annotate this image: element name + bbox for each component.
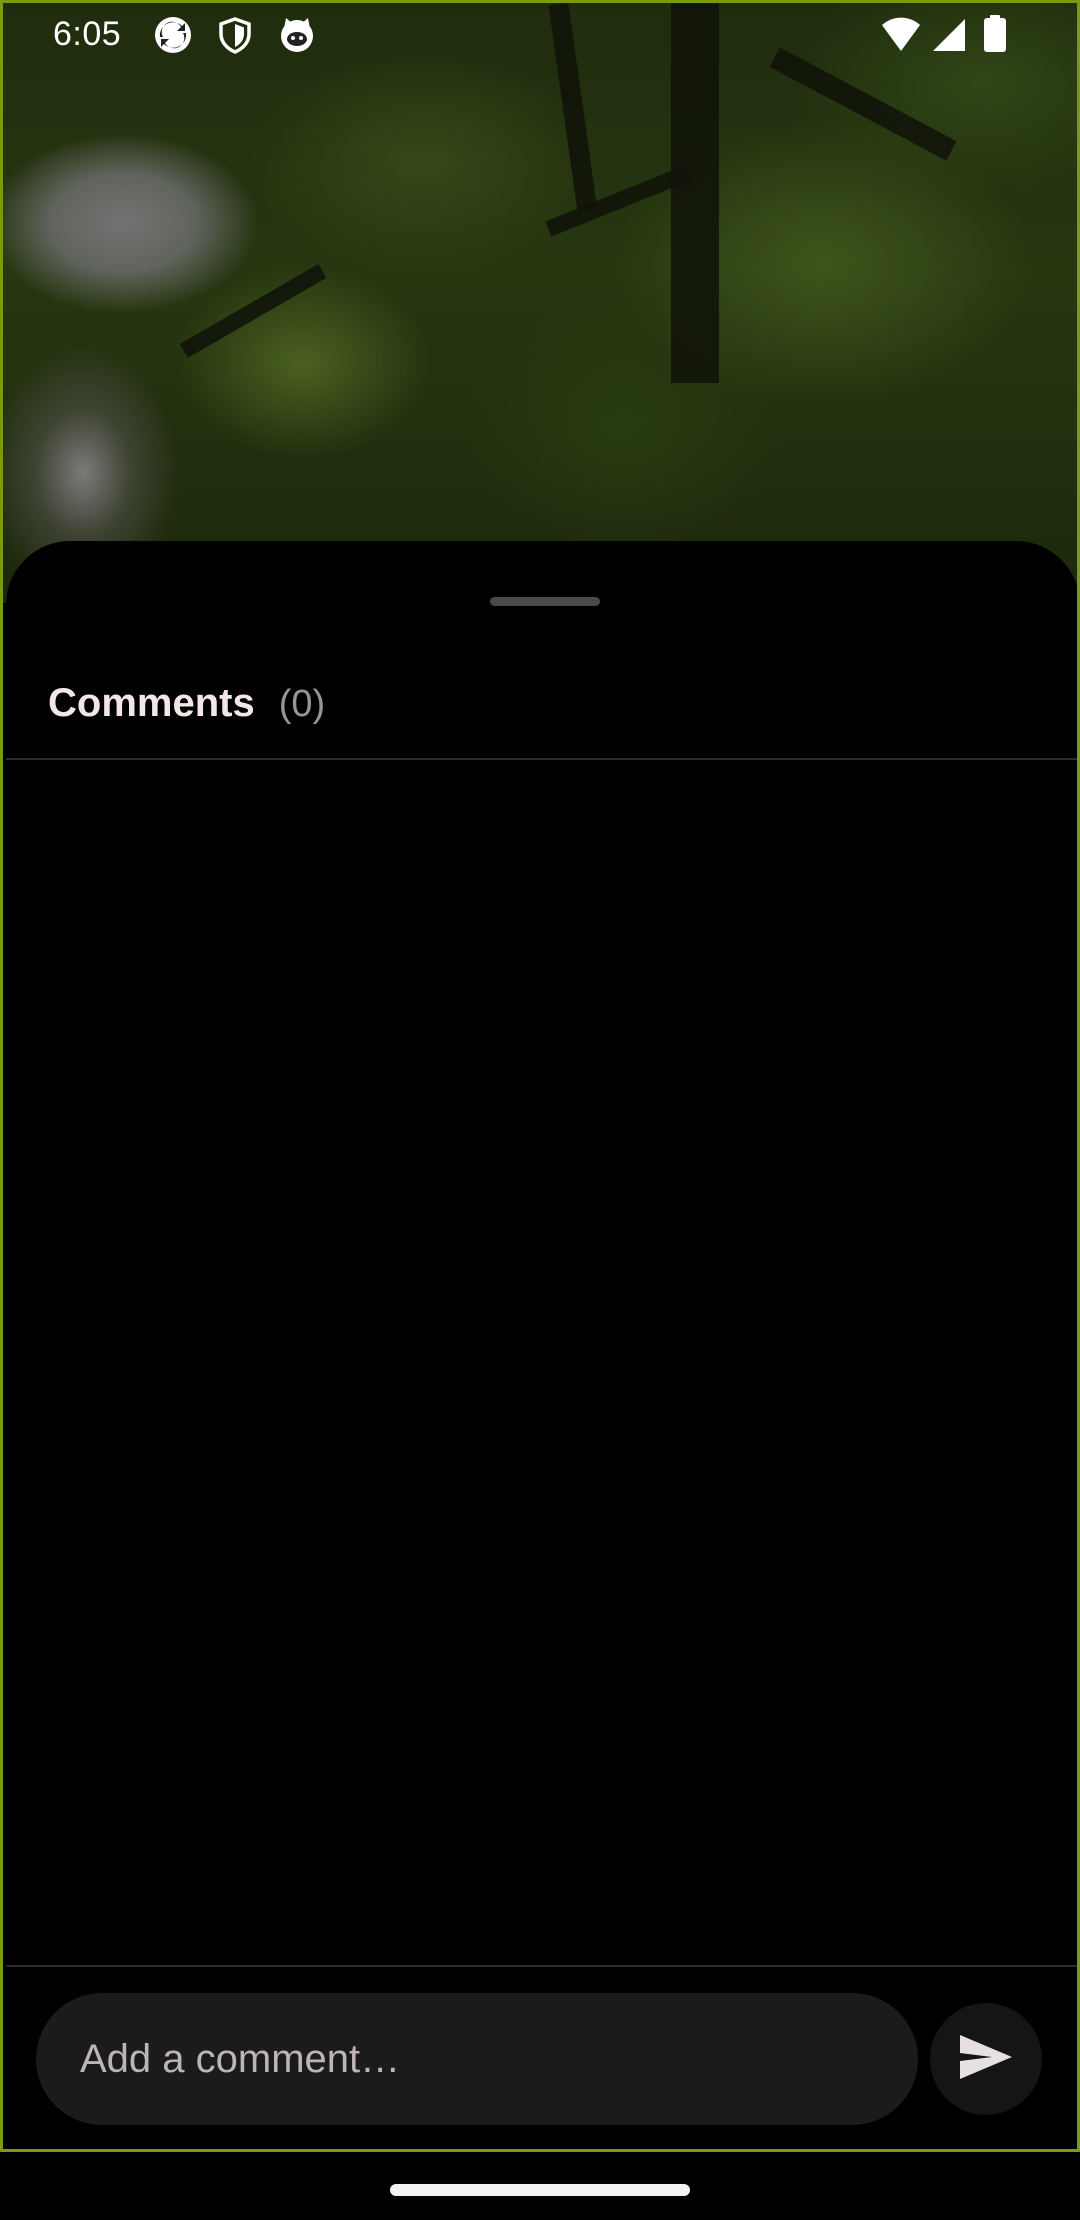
cat-face-icon (277, 15, 317, 55)
battery-icon (983, 15, 1023, 55)
status-time: 6:05 (53, 15, 122, 53)
comments-title: Comments (48, 681, 255, 725)
home-indicator[interactable] (390, 2184, 690, 2196)
comments-list[interactable] (6, 760, 1077, 1964)
signal-icon (931, 17, 971, 57)
send-button[interactable] (930, 2003, 1042, 2115)
sync-app-icon (153, 15, 193, 55)
drag-handle[interactable] (490, 597, 600, 606)
comments-bottom-sheet: Comments (0) (6, 541, 1077, 2149)
send-icon (956, 2031, 1016, 2088)
shield-icon (215, 15, 255, 55)
wifi-icon (881, 17, 921, 57)
screen: 6:05 Comments (0) Add a comment… (0, 0, 1080, 2220)
video-dim-overlay (3, 3, 1077, 603)
comment-input[interactable] (36, 1993, 918, 2125)
comments-header: Comments (0) (48, 681, 325, 726)
comments-count: (0) (278, 683, 326, 725)
navigation-bar (0, 2152, 1080, 2220)
app-frame: 6:05 Comments (0) Add a comment… (0, 0, 1080, 2152)
status-bar: 6:05 (3, 3, 1077, 69)
composer-divider (6, 1965, 1077, 1967)
